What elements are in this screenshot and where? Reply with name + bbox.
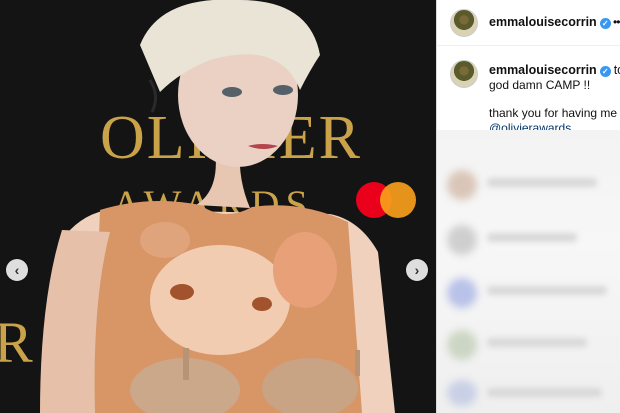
caption-avatar[interactable] (450, 60, 478, 88)
photo-canvas: OLIVIER AWARDS R (0, 0, 436, 413)
comment-text-blur (487, 233, 577, 242)
backdrop-text-side: R (0, 310, 33, 375)
header-username-row: emmalouisecorrin ✓ (489, 15, 611, 29)
chevron-left-icon[interactable]: ‹ (6, 259, 28, 281)
comment-avatar-blur (447, 278, 477, 308)
comment-text-blur (487, 178, 597, 187)
chevron-right-icon[interactable]: › (406, 259, 428, 281)
header-username[interactable]: emmalouisecorrin (489, 15, 597, 29)
comment-text-blur (487, 338, 587, 347)
caption-lead-text: to (613, 63, 620, 77)
comment-avatar-blur (447, 170, 477, 200)
comment-avatar-blur (447, 330, 477, 360)
verified-badge-icon: ✓ (599, 18, 611, 29)
more-options-icon[interactable]: ••• (613, 15, 620, 29)
post-side-panel: emmalouisecorrin✓ ••• emmalouisecorrin✓t… (436, 0, 620, 413)
avatar[interactable] (450, 9, 478, 37)
comments-blurred-area (437, 130, 620, 413)
caption-username[interactable]: emmalouisecorrin (489, 63, 597, 77)
post-header: emmalouisecorrin✓ ••• (437, 0, 620, 46)
comment-text-blur (487, 388, 602, 397)
caption-line-3: thank you for having me (489, 106, 618, 120)
caption-line-2: god damn CAMP !! (489, 78, 591, 92)
post-photo[interactable]: OLIVIER AWARDS R ‹ › (0, 0, 436, 413)
verified-badge-icon: ✓ (599, 66, 611, 77)
comment-text-blur (487, 286, 607, 295)
brand-logo-orange (380, 182, 416, 218)
caption-first-line: emmalouisecorrin✓to (489, 63, 620, 77)
comment-avatar-blur (447, 225, 477, 255)
comment-avatar-blur (447, 380, 477, 406)
